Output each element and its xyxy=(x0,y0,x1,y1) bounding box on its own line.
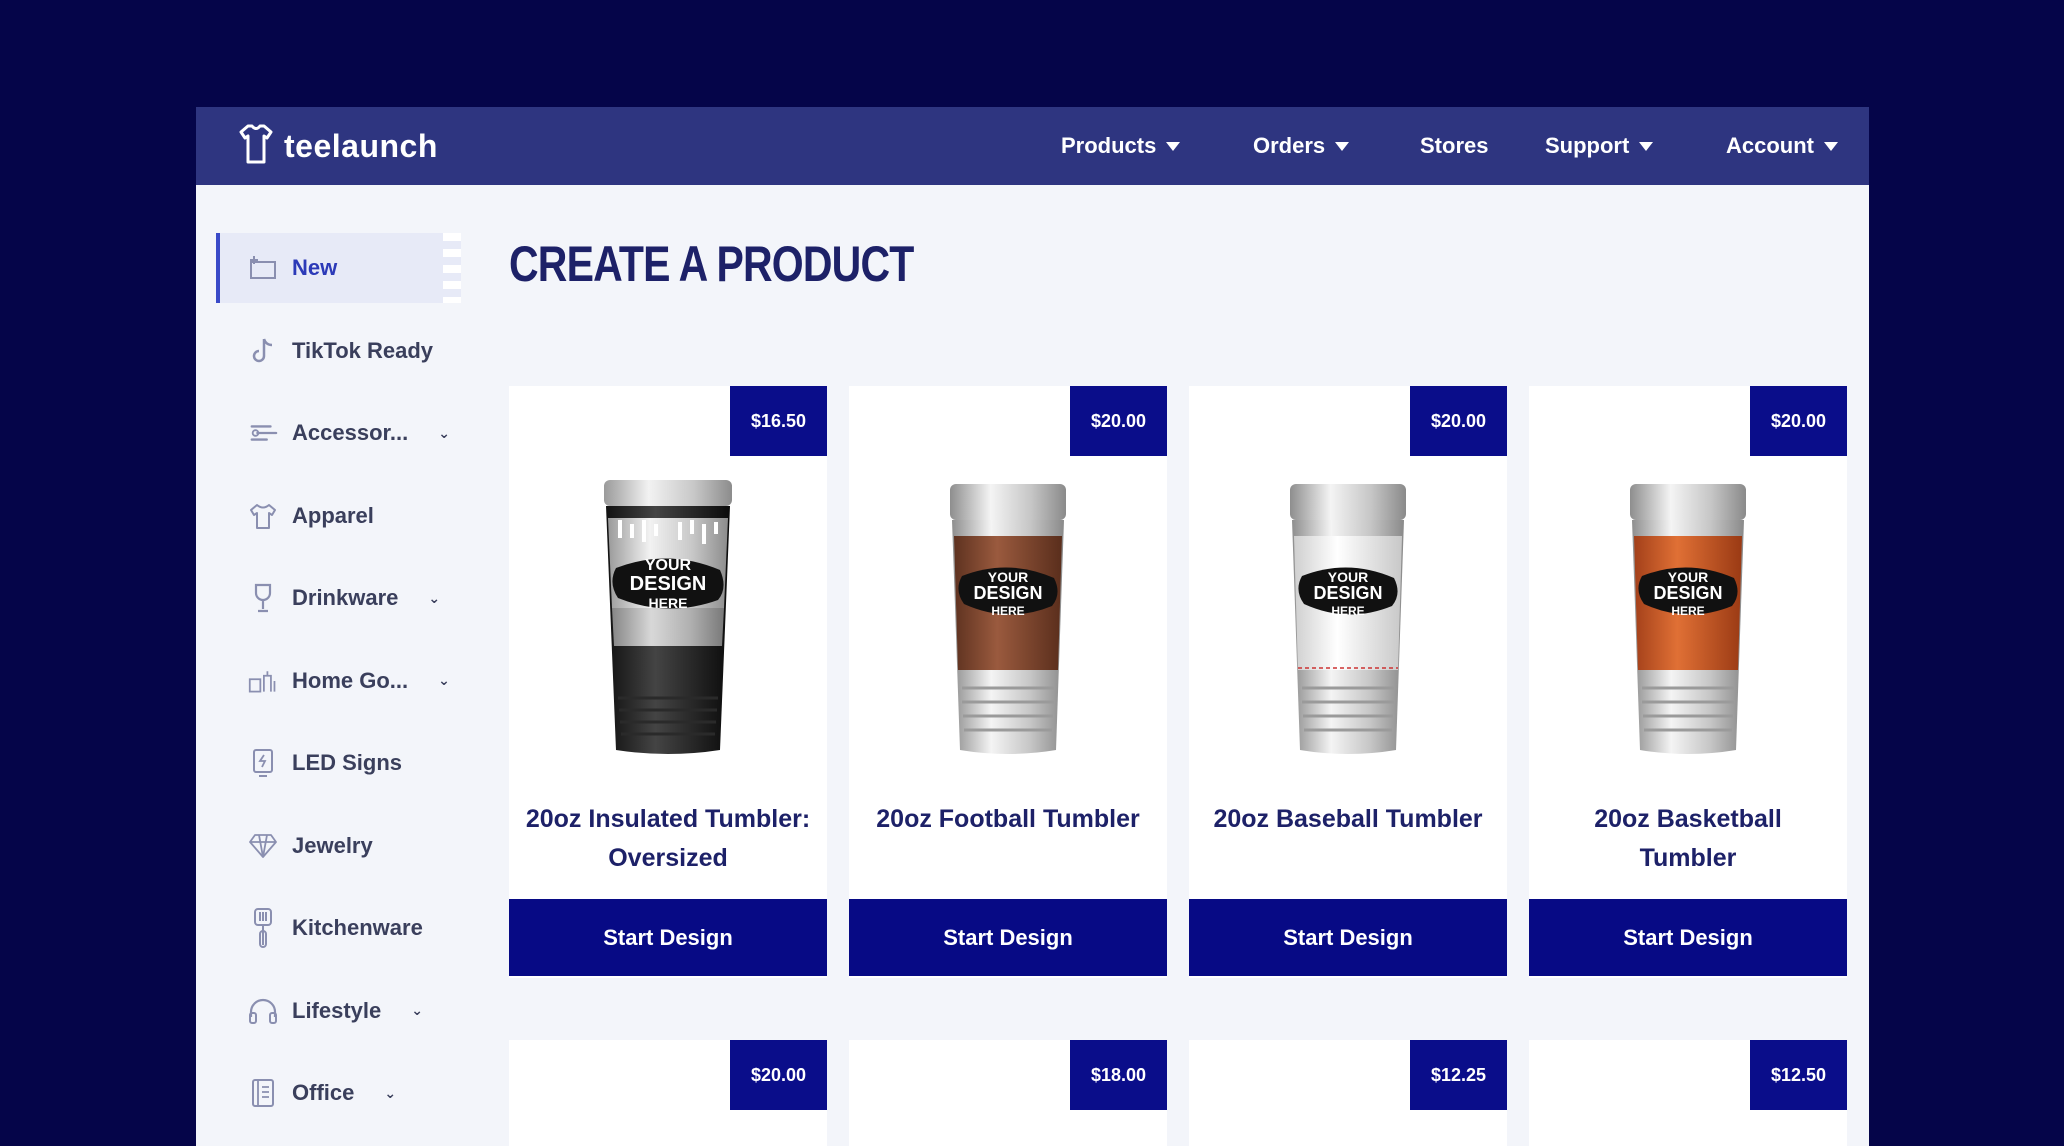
caret-down-icon xyxy=(1335,141,1350,151)
sidebar-item-label: Drinkware xyxy=(292,585,399,610)
start-design-button[interactable]: Start Design xyxy=(509,899,827,976)
chevron-down-icon[interactable]: ⌄ xyxy=(428,590,440,607)
home-goods-icon xyxy=(248,666,278,696)
chevron-down-icon[interactable]: ⌄ xyxy=(384,1085,396,1102)
sidebar-item-label: LED Signs xyxy=(292,750,403,775)
caret-down-icon xyxy=(1639,141,1654,151)
headphones-icon xyxy=(248,996,278,1026)
nav-stores[interactable]: Stores xyxy=(1420,107,1488,185)
product-card: $20.00 xyxy=(509,1040,827,1146)
product-card: $16.50 YOUR DESIGN HERE 20oz Insulated T… xyxy=(509,386,827,978)
category-sidebar: New TikTok Ready Accessor... ⌄ Apparel D… xyxy=(216,233,461,1141)
sidebar-item-label: Home Go... xyxy=(292,667,409,693)
price-badge: $12.25 xyxy=(1410,1040,1507,1110)
price-badge: $16.50 xyxy=(730,386,827,456)
start-design-button[interactable]: Start Design xyxy=(1189,899,1507,976)
mockup-text: HERE xyxy=(1331,604,1364,618)
price-badge: $18.00 xyxy=(1070,1040,1167,1110)
sidebar-item-led-signs[interactable]: LED Signs xyxy=(216,728,461,798)
mockup-text: YOUR xyxy=(645,557,692,574)
sidebar-item-label: Office xyxy=(292,1080,355,1105)
sidebar-item-label: Jewelry xyxy=(292,832,373,858)
accessories-icon xyxy=(248,418,278,448)
price-badge: $12.50 xyxy=(1750,1040,1847,1110)
mockup-text: DESIGN xyxy=(630,573,707,595)
nav-support[interactable]: Support xyxy=(1545,107,1654,185)
product-title: 20oz Football Tumbler xyxy=(876,805,1140,833)
price-badge: $20.00 xyxy=(1070,386,1167,456)
sidebar-item-office[interactable]: Office ⌄ xyxy=(216,1058,461,1128)
sidebar-item-accessories[interactable]: Accessor... ⌄ xyxy=(216,398,461,468)
sidebar-item-kitchenware[interactable]: Kitchenware xyxy=(216,893,461,963)
nav-account-label: Account xyxy=(1726,133,1814,158)
sidebar-item-tiktok-ready[interactable]: TikTok Ready xyxy=(216,316,461,386)
sidebar-item-new[interactable]: New xyxy=(216,233,461,303)
product-card: $20.00 YOUR DESIGN HERE 20oz Football Tu… xyxy=(849,386,1167,978)
product-title: 20oz Basketball Tumbler xyxy=(1594,805,1782,872)
product-card: $20.00 YOUR DESIGN HERE 20oz Basketball … xyxy=(1529,386,1847,978)
sidebar-item-home-goods[interactable]: Home Go... ⌄ xyxy=(216,646,461,716)
mockup-text: HERE xyxy=(1671,604,1704,618)
start-design-button[interactable]: Start Design xyxy=(1529,899,1847,976)
nav-orders-label: Orders xyxy=(1253,133,1326,158)
nav-stores-label: Stores xyxy=(1420,133,1489,158)
led-sign-icon xyxy=(248,748,278,778)
caret-down-icon xyxy=(1166,141,1181,151)
product-card: $12.25 xyxy=(1189,1040,1507,1146)
product-image-football-tumbler[interactable]: YOUR DESIGN HERE xyxy=(928,478,1088,758)
start-design-button[interactable]: Start Design xyxy=(849,899,1167,976)
sidebar-item-label: Apparel xyxy=(292,502,374,528)
product-image-insulated-tumbler[interactable]: YOUR DESIGN HERE xyxy=(588,478,748,758)
product-card: $18.00 xyxy=(849,1040,1167,1146)
sidebar-item-label: Accessor... xyxy=(292,420,409,445)
chevron-down-icon[interactable]: ⌄ xyxy=(411,1002,423,1019)
product-card: $20.00 YOUR DESIGN HERE 20oz Baseball Tu… xyxy=(1189,386,1507,978)
mockup-text: DESIGN xyxy=(973,583,1042,603)
product-image-baseball-tumbler[interactable]: YOUR DESIGN HERE xyxy=(1268,478,1428,758)
new-product-icon xyxy=(248,253,278,283)
price-badge: $20.00 xyxy=(1750,386,1847,456)
mockup-text: HERE xyxy=(649,595,688,611)
sidebar-item-label: Kitchenware xyxy=(292,915,423,940)
tshirt-outline-icon xyxy=(238,123,274,170)
page-title: CREATE A PRODUCT xyxy=(509,236,914,292)
sidebar-item-label: Lifestyle xyxy=(292,997,382,1023)
nav-support-label: Support xyxy=(1545,133,1630,158)
nav-products-label: Products xyxy=(1061,133,1157,158)
nav-products[interactable]: Products xyxy=(1061,107,1181,185)
sidebar-item-label: New xyxy=(292,255,338,280)
sidebar-item-drinkware[interactable]: Drinkware ⌄ xyxy=(216,563,461,633)
tshirt-icon xyxy=(248,501,278,531)
nav-account[interactable]: Account xyxy=(1726,107,1838,185)
spatula-icon xyxy=(248,908,278,948)
sidebar-item-label: TikTok Ready xyxy=(292,337,434,363)
nav-orders[interactable]: Orders xyxy=(1253,107,1350,185)
sidebar-item-lifestyle[interactable]: Lifestyle ⌄ xyxy=(216,976,461,1046)
chevron-down-icon[interactable]: ⌄ xyxy=(438,672,450,689)
diamond-icon xyxy=(248,831,278,861)
top-navigation-bar: teelaunch Products Orders Stores Support… xyxy=(196,107,1869,185)
tiktok-icon xyxy=(248,336,278,366)
mockup-text: DESIGN xyxy=(1313,583,1382,603)
price-badge: $20.00 xyxy=(730,1040,827,1110)
wine-glass-icon xyxy=(248,583,278,613)
brand-logo[interactable]: teelaunch xyxy=(238,119,438,173)
notebook-icon xyxy=(248,1078,278,1108)
product-image-basketball-tumbler[interactable]: YOUR DESIGN HERE xyxy=(1608,478,1768,758)
product-title: 20oz Baseball Tumbler xyxy=(1213,805,1483,833)
brand-name: teelaunch xyxy=(284,127,438,164)
price-badge: $20.00 xyxy=(1410,386,1507,456)
sidebar-item-jewelry[interactable]: Jewelry xyxy=(216,811,461,881)
sidebar-item-apparel[interactable]: Apparel xyxy=(216,481,461,551)
caret-down-icon xyxy=(1824,141,1838,151)
product-title: 20oz Insulated Tumbler: Oversized xyxy=(525,805,811,872)
app-window: teelaunch Products Orders Stores Support… xyxy=(196,107,1869,1146)
mockup-text: DESIGN xyxy=(1653,583,1722,603)
product-card: $12.50 xyxy=(1529,1040,1847,1146)
chevron-down-icon[interactable]: ⌄ xyxy=(438,425,450,442)
mockup-text: HERE xyxy=(991,604,1024,618)
